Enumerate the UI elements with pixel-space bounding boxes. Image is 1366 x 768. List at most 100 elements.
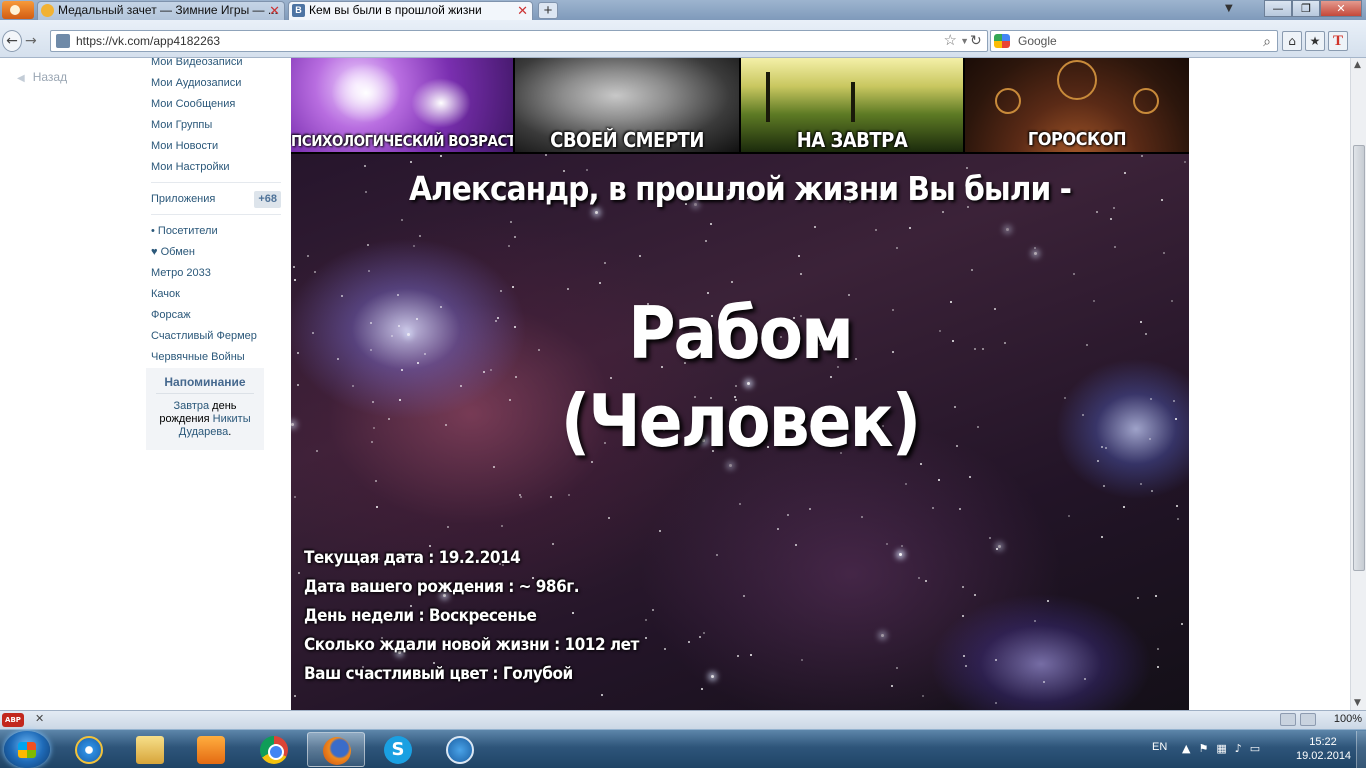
sidebar-item-groups[interactable]: Мои Группы: [151, 115, 281, 136]
star: [293, 266, 295, 268]
google-icon[interactable]: [994, 34, 1010, 48]
tab-close-icon[interactable]: ✕: [269, 2, 280, 19]
sidebar-item-settings[interactable]: Мои Настройки: [151, 157, 281, 178]
star: [1096, 211, 1098, 213]
page-scrollbar[interactable]: ▲ ▼: [1350, 58, 1366, 710]
banner-psychological-age[interactable]: ПСИХОЛОГИЧЕСКИЙ ВОЗРАСТ: [291, 58, 513, 152]
star: [739, 503, 741, 505]
zoom-level[interactable]: 100%: [1334, 713, 1362, 725]
bookmark-star-icon[interactable]: ☆: [944, 31, 957, 51]
volume-icon[interactable]: ♪: [1235, 742, 1242, 755]
star: [1101, 536, 1103, 538]
reminder-date-link[interactable]: Завтра: [173, 400, 209, 412]
translate-icon[interactable]: T: [1328, 31, 1348, 51]
bookmarks-icon[interactable]: ★: [1305, 31, 1325, 51]
close-window-button[interactable]: ✕: [1320, 0, 1362, 17]
start-button[interactable]: [4, 731, 50, 768]
skype-taskbar-icon[interactable]: S: [369, 732, 427, 767]
star: [705, 240, 707, 242]
star: [750, 654, 752, 656]
star: [1184, 161, 1186, 163]
tab-list-chevron-down-icon[interactable]: ▼: [1225, 3, 1233, 14]
folder-icon: [136, 736, 164, 764]
search-icon[interactable]: ⌕: [1263, 31, 1271, 51]
sidebar-item-metro-2033[interactable]: Метро 2033: [151, 263, 281, 284]
banner-tomorrow[interactable]: НА ЗАВТРА: [741, 58, 963, 152]
light-glow: [331, 63, 401, 123]
media-player-icon: [197, 736, 225, 764]
addon-icon[interactable]: [1300, 713, 1316, 726]
star: [307, 255, 309, 257]
banner-own-death[interactable]: СВОЕЙ СМЕРТИ: [515, 58, 739, 152]
star: [1157, 648, 1159, 650]
system-clock[interactable]: 15:22 19.02.2014: [1296, 735, 1351, 763]
sidebar-item-worm-wars[interactable]: Червячные Войны: [151, 347, 281, 368]
star: [942, 211, 944, 213]
windows-taskbar: S EN ▲ ⚑ ▦ ♪ ▭ 15:22 19.02.2014: [0, 729, 1366, 768]
sidebar-item-news[interactable]: Мои Новости: [151, 136, 281, 157]
scroll-down-icon[interactable]: ▼: [1354, 698, 1361, 708]
internet-explorer-taskbar-icon[interactable]: [60, 732, 118, 767]
sidebar-item-videos[interactable]: Мои Видеозаписи: [151, 58, 281, 73]
firefox-menu-button[interactable]: [2, 1, 34, 19]
chrome-taskbar-icon[interactable]: [245, 732, 303, 767]
reminder-period: .: [228, 426, 232, 438]
flag-icon[interactable]: ⚑: [1198, 742, 1208, 755]
sidebar-item-visitors[interactable]: • Посетители: [151, 221, 281, 242]
browser-tab-bar: Медальный зачет — Зимние Игры — ... ✕ B …: [0, 0, 1366, 20]
result-line: Рабом: [628, 291, 854, 375]
download-manager-taskbar-icon[interactable]: [431, 732, 489, 767]
star: [932, 507, 934, 509]
sidebar-item-messages[interactable]: Мои Сообщения: [151, 94, 281, 115]
star: [737, 655, 739, 657]
reload-icon[interactable]: ↻: [970, 33, 982, 49]
banner-horoscope[interactable]: ГОРОСКОП: [965, 58, 1189, 152]
star: [710, 223, 712, 225]
sidebar-item-exchange[interactable]: ♥ Обмен: [151, 242, 281, 263]
scrollbar-thumb[interactable]: [1353, 145, 1365, 571]
minimize-button[interactable]: —: [1264, 0, 1292, 17]
new-tab-button[interactable]: +: [538, 2, 558, 19]
url-bar[interactable]: https://vk.com/app4182263 ☆ ▼: [50, 30, 988, 52]
scroll-up-icon[interactable]: ▲: [1354, 60, 1361, 70]
star: [639, 255, 641, 257]
sidebar-item-forsazh[interactable]: Форсаж: [151, 305, 281, 326]
sidebar-item-audios[interactable]: Мои Аудиозаписи: [151, 73, 281, 94]
star: [905, 483, 907, 485]
tab-close-icon[interactable]: ✕: [517, 2, 528, 19]
forward-arrow-icon[interactable]: →: [25, 33, 37, 49]
maximize-button[interactable]: ❐: [1292, 0, 1320, 17]
app-frame: ПСИХОЛОГИЧЕСКИЙ ВОЗРАСТ СВОЕЙ СМЕРТИ НА …: [291, 58, 1189, 710]
media-player-taskbar-icon[interactable]: [182, 732, 240, 767]
internet-explorer-icon: [75, 736, 103, 764]
url-history-chevron-down-icon[interactable]: ▼: [960, 31, 969, 51]
star: [510, 221, 512, 223]
star: [1177, 518, 1179, 520]
monitor-icon[interactable]: ▭: [1250, 742, 1260, 755]
apps-count-badge[interactable]: +68: [254, 191, 281, 208]
reminder-title: Напоминание: [156, 375, 254, 394]
addon-icon[interactable]: [1280, 713, 1296, 726]
sidebar-item-happy-farmer[interactable]: Счастливый Фермер: [151, 326, 281, 347]
star: [995, 702, 997, 704]
chrome-icon: [260, 736, 288, 764]
reminder-box: Напоминание Завтра день рождения Никиты …: [146, 368, 264, 450]
adblock-icon[interactable]: ABP: [2, 713, 24, 727]
home-icon[interactable]: ⌂: [1282, 31, 1302, 51]
star: [899, 553, 902, 556]
site-identity-icon[interactable]: [56, 34, 70, 48]
tab-past-life[interactable]: B Кем вы были в прошлой жизни ✕: [288, 1, 533, 20]
show-desktop-button[interactable]: [1356, 731, 1366, 768]
firefox-taskbar-icon[interactable]: [307, 732, 365, 767]
search-input[interactable]: Google ⌕: [990, 30, 1278, 52]
tab-medals[interactable]: Медальный зачет — Зимние Игры — ... ✕: [37, 1, 285, 20]
back-link[interactable]: Назад: [17, 70, 67, 84]
language-indicator[interactable]: EN: [1152, 741, 1167, 753]
tray-expand-icon[interactable]: ▲: [1182, 742, 1190, 755]
back-arrow-icon[interactable]: ←: [2, 30, 22, 52]
addon-bar-close-icon[interactable]: ✕: [35, 712, 44, 725]
sidebar-item-kachok[interactable]: Качок: [151, 284, 281, 305]
sidebar-item-apps[interactable]: Приложения +68: [151, 189, 281, 210]
windows-explorer-taskbar-icon[interactable]: [121, 732, 179, 767]
network-icon[interactable]: ▦: [1216, 742, 1226, 755]
